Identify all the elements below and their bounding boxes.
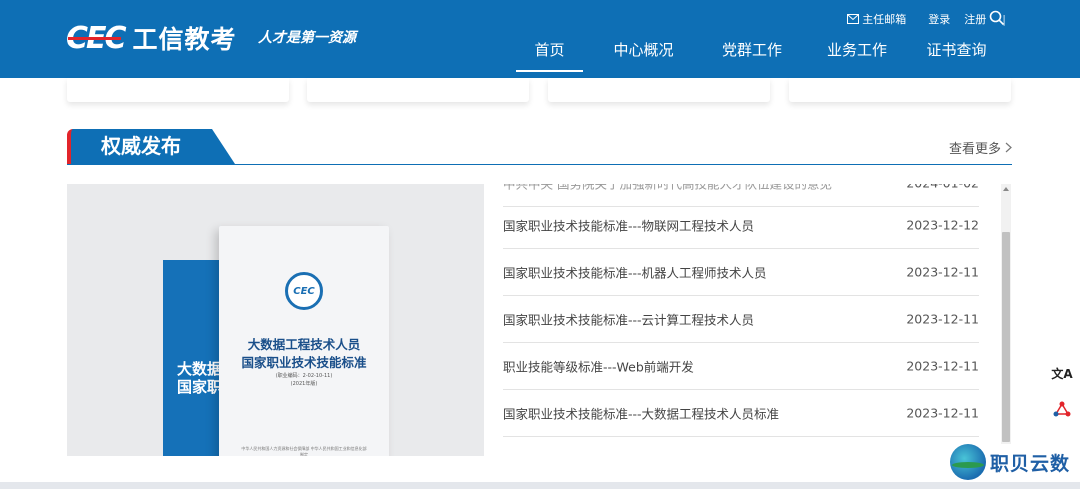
nav-certificate[interactable]: 证书查询 — [915, 40, 998, 72]
news-scrollbar[interactable] — [1001, 184, 1011, 444]
share-icon[interactable] — [1050, 398, 1074, 422]
news-item[interactable]: 国家职业技术技能标准---云计算工程技术人员 2023-12-11 — [503, 296, 979, 343]
top-links: 主任邮箱 登录 注册 | — [829, 11, 1006, 27]
bottom-divider — [0, 482, 1080, 489]
news-date: 2023-12-11 — [906, 405, 979, 421]
login-link[interactable]: 登录 — [928, 11, 950, 27]
mail-icon — [847, 14, 860, 24]
news-date: 2023-12-12 — [906, 217, 979, 233]
news-date: 2023-12-11 — [906, 358, 979, 374]
news-title: 中共中央 国务院关于加强新时代高技能人才队伍建设的意见 — [503, 184, 832, 192]
book-title-line2: 国家职业技术技能标准 — [241, 355, 367, 370]
news-item[interactable]: 国家职业技术技能标准---物联网工程技术人员 2023-12-12 — [503, 202, 979, 249]
watermark: 职贝云数 — [950, 444, 1070, 480]
card-stub-2 — [307, 78, 529, 102]
search-button[interactable] — [989, 10, 1005, 26]
news-title: 国家职业技术技能标准---大数据工程技术人员标准 — [503, 406, 780, 422]
featured-image[interactable]: 大数据 国家职 CEC 大数据工程技术人员 国家职业技术技能标准 (职业编码：2… — [67, 184, 484, 456]
book-title-line1: 大数据工程技术人员 — [247, 337, 361, 352]
scrollbar-thumb[interactable] — [1002, 232, 1010, 442]
section-header: 权威发布 查看更多 — [67, 129, 1012, 165]
nav-business[interactable]: 业务工作 — [815, 40, 899, 72]
site-header: CEC 工信教考 人才是第一资源 主任邮箱 登录 注册 | 首页 中心概况 党群… — [0, 0, 1080, 78]
chevron-right-icon — [1005, 142, 1012, 153]
news-title: 国家职业技术技能标准---机器人工程师技术人员 — [503, 265, 767, 281]
news-date: 2023-12-11 — [906, 264, 979, 280]
nav-about[interactable]: 中心概况 — [592, 40, 695, 72]
book-back-title: 大数据 国家职 — [177, 360, 223, 396]
card-stub-4 — [789, 78, 1011, 102]
register-link[interactable]: 注册 — [964, 11, 986, 27]
logo-mark: CEC — [66, 20, 127, 56]
more-label: 查看更多 — [948, 142, 1001, 157]
scroll-up-arrow[interactable] — [1003, 187, 1009, 191]
book-publisher: 中华人民共和国人力资源和社会保障部 中华人民共和国工业和信息化部 制定 — [241, 446, 367, 456]
search-icon — [989, 10, 1005, 26]
news-title: 国家职业技术技能标准---云计算工程技术人员 — [503, 312, 755, 328]
section-title: 权威发布 — [67, 129, 235, 164]
main-nav: 首页 中心概况 党群工作 业务工作 证书查询 — [516, 40, 998, 72]
news-item[interactable]: 国家职业技术技能标准---机器人工程师技术人员 2023-12-11 — [503, 249, 979, 296]
card-stub-1 — [67, 78, 289, 102]
news-title: 国家职业技术技能标准---物联网工程技术人员 — [503, 218, 755, 234]
book-code: (职业编码：2-02-10-11) — [275, 373, 333, 379]
nav-party[interactable]: 党群工作 — [703, 40, 801, 72]
news-date: 2023-12-11 — [906, 311, 979, 327]
watermark-text: 职贝云数 — [990, 452, 1071, 475]
book-front-cover: CEC 大数据工程技术人员 国家职业技术技能标准 (职业编码：2-02-10-1… — [219, 226, 389, 456]
share-graph-icon — [1053, 401, 1071, 417]
news-item[interactable]: 国家职业技术技能标准---大数据工程技术人员标准 2023-12-11 — [503, 390, 979, 437]
more-link[interactable]: 查看更多 — [949, 138, 1012, 157]
site-logo[interactable]: CEC 工信教考 — [66, 20, 237, 56]
news-list: 中共中央 国务院关于加强新时代高技能人才队伍建设的意见 2024-01-02 国… — [503, 184, 979, 456]
translate-icon[interactable]: 文A — [1050, 361, 1074, 385]
mailbox-label: 主任邮箱 — [862, 13, 907, 26]
card-stub-3 — [548, 78, 770, 102]
book-edition: (2021年版) — [290, 381, 318, 387]
mailbox-link[interactable]: 主任邮箱 — [847, 11, 906, 27]
news-title: 职业技能等级标准---Web前端开发 — [503, 359, 694, 375]
nav-home[interactable]: 首页 — [516, 40, 583, 72]
logo-name: 工信教考 — [132, 25, 237, 54]
news-item[interactable]: 职业技能等级标准---Web前端开发 2023-12-11 — [503, 343, 979, 390]
slogan: 人才是第一资源 — [258, 30, 356, 46]
news-date: 2024-01-02 — [906, 184, 979, 191]
watermark-logo — [950, 444, 986, 480]
book-seal-logo: CEC — [285, 272, 323, 310]
